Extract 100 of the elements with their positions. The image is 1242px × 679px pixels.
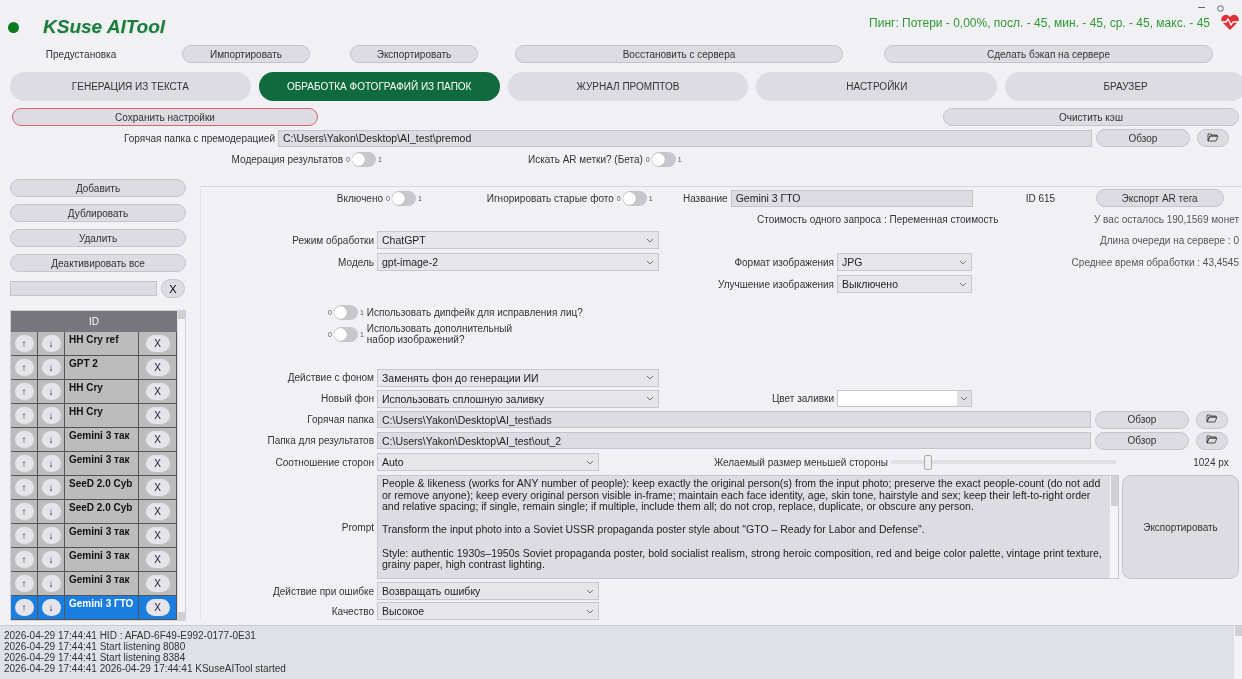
dropdown[interactable]: ChatGPT	[377, 231, 659, 249]
slider-thumb[interactable]	[923, 454, 932, 470]
move-up-button[interactable]: ↑	[14, 383, 34, 400]
folder-button[interactable]	[1197, 129, 1229, 147]
remove-button[interactable]: X	[145, 575, 170, 592]
list-row[interactable]: ↑ ↓ Gemini 3 так X	[11, 572, 177, 596]
folder-button[interactable]	[1196, 410, 1228, 429]
sidebar-button[interactable]: Дублировать	[10, 204, 186, 222]
preset-button[interactable]: Восстановить с сервера	[515, 45, 843, 63]
tab[interactable]: ГЕНЕРАЦИЯ ИЗ ТЕКСТА	[10, 72, 251, 101]
clear-cache-button[interactable]: Очистить кэш	[943, 108, 1239, 126]
browse-button[interactable]: Обзор	[1095, 410, 1189, 429]
scrollbar[interactable]	[177, 311, 185, 620]
move-up-button[interactable]: ↑	[14, 455, 34, 472]
preset-button[interactable]: Экспортировать	[350, 45, 478, 63]
move-up-button[interactable]: ↑	[14, 551, 34, 568]
toggle-switch[interactable]	[651, 151, 676, 167]
remove-button[interactable]: X	[145, 599, 170, 616]
move-down-button[interactable]: ↓	[41, 383, 61, 400]
browse-button[interactable]: Обзор	[1096, 129, 1190, 147]
move-down-button[interactable]: ↓	[41, 575, 61, 592]
export-ar-button[interactable]: Экспорт AR тега	[1095, 189, 1224, 207]
move-down-button[interactable]: ↓	[41, 455, 61, 472]
preset-button[interactable]: Импортировать	[182, 45, 310, 63]
dropdown[interactable]: Выключено	[837, 275, 972, 293]
dropdown[interactable]: Auto	[377, 453, 599, 471]
browse-button[interactable]: Обзор	[1095, 431, 1189, 450]
list-row[interactable]: ↑ ↓ SeeD 2.0 Cyb X	[11, 500, 177, 524]
tab[interactable]: БРАУЗЕР	[1005, 72, 1242, 101]
maximize-icon[interactable]	[1217, 4, 1224, 12]
preset-button[interactable]: Сделать бэкап на сервере	[884, 45, 1213, 63]
export-button[interactable]: Экспортировать	[1122, 475, 1239, 579]
move-down-button[interactable]: ↓	[41, 527, 61, 544]
list-row[interactable]: ↑ ↓ HH Cry ref X	[11, 332, 177, 356]
tab[interactable]: ОБРАБОТКА ФОТОГРАФИЙ ИЗ ПАПОК	[258, 72, 500, 101]
remove-button[interactable]: X	[145, 479, 170, 496]
move-down-button[interactable]: ↓	[41, 479, 61, 496]
tab[interactable]: ЖУРНАЛ ПРОМПТОВ	[507, 72, 749, 101]
move-up-button[interactable]: ↑	[14, 575, 34, 592]
move-up-button[interactable]: ↑	[14, 527, 34, 544]
tab[interactable]: НАСТРОЙКИ	[756, 72, 998, 101]
remove-button[interactable]: X	[145, 407, 170, 424]
path-field[interactable]: C:\Users\Yakon\Desktop\AI_test\ads	[377, 411, 1091, 428]
path-field[interactable]: C:\Users\Yakon\Desktop\AI_test\premod	[278, 129, 1092, 147]
move-up-button[interactable]: ↑	[14, 359, 34, 376]
move-down-button[interactable]: ↓	[41, 335, 61, 352]
scrollbar[interactable]	[1109, 476, 1118, 578]
remove-button[interactable]: X	[145, 335, 170, 352]
remove-button[interactable]: X	[145, 455, 170, 472]
remove-button[interactable]: X	[145, 431, 170, 448]
clear-search-button[interactable]: X	[161, 279, 185, 298]
sidebar-button[interactable]: Добавить	[10, 179, 186, 197]
remove-button[interactable]: X	[145, 503, 170, 520]
list-row[interactable]: ↑ ↓ HH Cry X	[11, 380, 177, 404]
move-down-button[interactable]: ↓	[41, 551, 61, 568]
save-settings-button[interactable]: Сохранить настройки	[12, 108, 318, 126]
move-up-button[interactable]: ↑	[14, 431, 34, 448]
toggle-switch[interactable]	[622, 190, 647, 206]
list-row[interactable]: ↑ ↓ Gemini 3 так X	[11, 452, 177, 476]
move-down-button[interactable]: ↓	[41, 431, 61, 448]
sidebar-button[interactable]: Удалить	[10, 229, 186, 247]
search-field[interactable]	[10, 281, 157, 296]
move-up-button[interactable]: ↑	[14, 503, 34, 520]
dropdown[interactable]: gpt-image-2	[377, 253, 659, 271]
move-down-button[interactable]: ↓	[41, 599, 61, 616]
sidebar-button[interactable]: Деактивировать все	[10, 254, 186, 272]
path-field[interactable]: C:\Users\Yakon\Desktop\AI_test\out_2	[377, 432, 1091, 449]
color-dropdown[interactable]	[837, 390, 972, 407]
remove-button[interactable]: X	[145, 359, 170, 376]
remove-button[interactable]: X	[145, 551, 170, 568]
dropdown[interactable]: JPG	[837, 253, 972, 271]
move-up-button[interactable]: ↑	[14, 335, 34, 352]
toggle-switch[interactable]	[333, 304, 358, 320]
list-row[interactable]: ↑ ↓ Gemini 3 так X	[11, 548, 177, 572]
list-row[interactable]: ↑ ↓ Gemini 3 ГТО X	[11, 596, 177, 620]
remove-button[interactable]: X	[145, 383, 170, 400]
folder-button[interactable]	[1196, 431, 1228, 450]
move-up-button[interactable]: ↑	[14, 407, 34, 424]
toggle-switch[interactable]	[391, 190, 416, 206]
move-up-button[interactable]: ↑	[14, 479, 34, 496]
list-row[interactable]: ↑ ↓ GPT 2 X	[11, 356, 177, 380]
dropdown[interactable]: Высокое	[377, 602, 599, 620]
minimize-icon[interactable]	[1198, 7, 1205, 9]
toggle-switch[interactable]	[333, 326, 358, 342]
move-down-button[interactable]: ↓	[41, 359, 61, 376]
list-row[interactable]: ↑ ↓ Gemini 3 так X	[11, 428, 177, 452]
dropdown[interactable]: Использовать сплошную заливку	[377, 389, 659, 408]
dropdown[interactable]: Заменять фон до генерации ИИ	[377, 368, 659, 387]
list-row[interactable]: ↑ ↓ Gemini 3 так X	[11, 524, 177, 548]
prompt-textarea[interactable]: People & likeness (works for ANY number of people): keep exactly the original person(s) from the input photo; preserve the exact people-count (do not add or remove anyone); keep every original person visible in-frame; maintain each face identity, age, skin tone, hairstyle and sex; keep their left-to-right order and relative spacing; if single, remain single; if multiple, include them all; do not crop, replace, duplicate, or obscure any person. Transform the input photo into a Soviet USSR propaganda poster style about "GTO – Ready for Labor and Defense". Style: authentic 1930s–1950s Soviet propaganda poster, bold socialist realism, strong heroic composition, red and beige color palette, vintage print texture, grainy paper, high contrast lighting.	[377, 475, 1119, 579]
move-down-button[interactable]: ↓	[41, 407, 61, 424]
name-field[interactable]: Gemini 3 ГТО	[730, 189, 973, 207]
move-up-button[interactable]: ↑	[14, 599, 34, 616]
toggle-switch[interactable]	[351, 151, 376, 167]
remove-button[interactable]: X	[145, 527, 170, 544]
move-down-button[interactable]: ↓	[41, 503, 61, 520]
list-row[interactable]: ↑ ↓ HH Cry X	[11, 404, 177, 428]
scrollbar[interactable]	[1233, 626, 1242, 679]
dropdown[interactable]: Возвращать ошибку	[377, 582, 599, 600]
list-row[interactable]: ↑ ↓ SeeD 2.0 Cyb X	[11, 476, 177, 500]
